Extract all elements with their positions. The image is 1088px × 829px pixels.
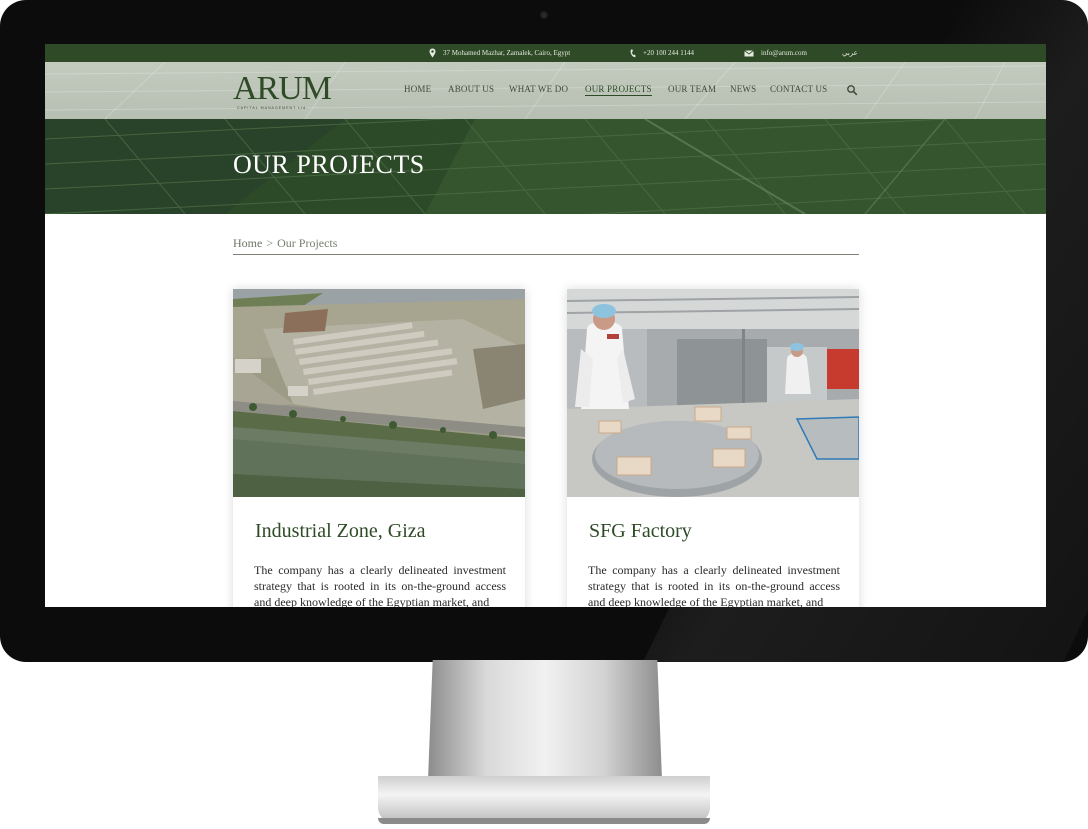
phone-item[interactable]: +20 100 244 1144 [630,44,694,62]
project-description: The company has a clearly delineated inv… [588,563,840,607]
top-info-bar: 37 Mohamed Mazhar, Zamalek, Cairo, Egypt… [45,44,1046,62]
language-switch[interactable]: عربي [842,44,858,62]
project-title[interactable]: Industrial Zone, Giza [255,520,426,543]
nav-home[interactable]: HOME [404,84,431,94]
project-title[interactable]: SFG Factory [589,520,692,543]
search-icon[interactable] [846,84,858,96]
project-description: The company has a clearly delineated inv… [254,563,506,607]
project-card-sfg-factory[interactable]: SFG Factory The company has a clearly de… [567,289,859,607]
logo-tagline: CAPITAL MANAGEMENT Ltd. [237,106,309,110]
monitor-stand-neck [428,660,662,780]
breadcrumb-current: Our Projects [277,236,338,250]
webcam [540,11,548,19]
site-header: ARUM CAPITAL MANAGEMENT Ltd. HOME ABOUT … [45,62,1046,119]
page-banner: OUR PROJECTS [45,119,1046,214]
monitor-stand-base [378,776,710,822]
nav-our-team[interactable]: OUR TEAM [668,84,716,94]
monitor-stand-edge [378,818,710,824]
address-item: 37 Mohamed Mazhar, Zamalek, Cairo, Egypt [429,44,570,62]
phone-icon [630,49,636,58]
banner-building-pattern [45,119,1046,214]
project-card-industrial-zone[interactable]: Industrial Zone, Giza The company has a … [233,289,525,607]
sfg-factory-photo [567,289,859,497]
breadcrumb-separator: > [266,236,274,250]
website-screen: 37 Mohamed Mazhar, Zamalek, Cairo, Egypt… [45,44,1046,607]
nav-news[interactable]: NEWS [730,84,756,94]
phone-text: +20 100 244 1144 [643,49,694,57]
envelope-icon [744,50,754,57]
breadcrumb: Home > Our Projects [233,236,337,251]
nav-our-projects[interactable]: OUR PROJECTS [585,84,652,96]
logo-wordmark: ARUM [233,70,332,107]
nav-what-we-do[interactable]: WHAT WE DO [509,84,568,94]
nav-contact-us[interactable]: CONTACT US [770,84,827,94]
page-title: OUR PROJECTS [233,150,425,179]
brand-logo[interactable]: ARUM CAPITAL MANAGEMENT Ltd. [233,70,332,112]
breadcrumb-home[interactable]: Home [233,236,262,250]
breadcrumb-divider [233,254,859,255]
nav-about-us[interactable]: ABOUT US [448,84,494,94]
email-item[interactable]: info@arum.com [744,44,807,62]
email-text: info@arum.com [761,49,807,57]
location-pin-icon [429,48,436,58]
industrial-zone-aerial-photo [233,289,525,497]
address-text: 37 Mohamed Mazhar, Zamalek, Cairo, Egypt [443,49,571,57]
